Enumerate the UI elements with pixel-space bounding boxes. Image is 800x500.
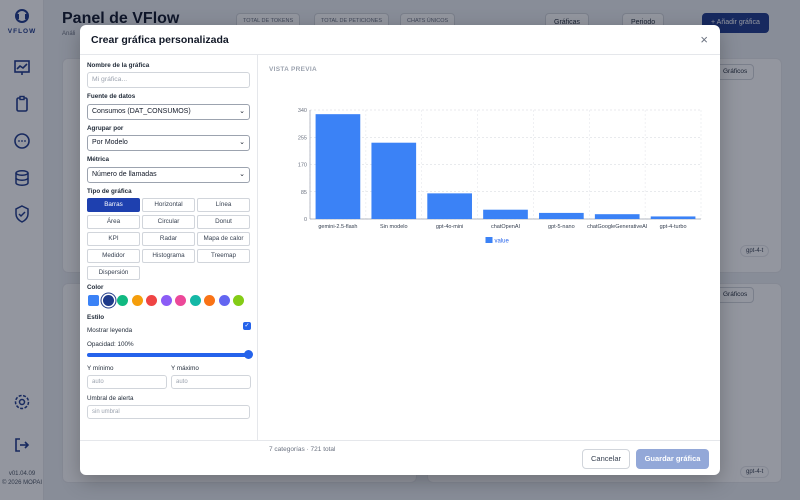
type-scatter-button[interactable]: Dispersión bbox=[87, 266, 140, 280]
x-tick-label: chatGoogleGenerativeAI bbox=[587, 224, 648, 230]
type-bars-button[interactable]: Barras bbox=[87, 198, 140, 212]
type-radar-button[interactable]: Radar bbox=[142, 232, 195, 246]
group-select[interactable]: Por Modelo ⌄ bbox=[87, 135, 250, 151]
chevron-down-icon: ⌄ bbox=[239, 108, 245, 115]
metric-label: Métrica bbox=[87, 156, 110, 163]
threshold-input[interactable]: sin umbral bbox=[87, 405, 250, 419]
type-label: Tipo de gráfica bbox=[87, 188, 132, 195]
source-value: Consumos (DAT_CONSUMOS) bbox=[92, 108, 191, 115]
metric-select[interactable]: Número de llamadas ⌄ bbox=[87, 167, 250, 183]
ymin-label: Y mínimo bbox=[87, 365, 114, 372]
x-tick-label: gpt-4-turbo bbox=[660, 224, 687, 230]
bar-gpt-4-turbo bbox=[650, 216, 696, 219]
group-label: Agrupar por bbox=[87, 125, 124, 132]
bar-chatOpenAI bbox=[483, 209, 528, 219]
type-gauge-button[interactable]: Medidor bbox=[87, 249, 140, 263]
opacity-slider-track[interactable] bbox=[87, 353, 249, 357]
color-swatch-1[interactable] bbox=[88, 295, 99, 306]
legend-checkbox[interactable]: ✓ bbox=[243, 322, 251, 330]
color-swatch-11[interactable] bbox=[233, 295, 244, 306]
bar-gemini-2.5-flash bbox=[315, 114, 361, 219]
type-histogram-button[interactable]: Histograma bbox=[142, 249, 195, 263]
legend-label: value bbox=[495, 239, 510, 245]
color-swatch-8[interactable] bbox=[189, 295, 201, 306]
y-tick-label: 85 bbox=[301, 190, 307, 196]
y-tick-label: 255 bbox=[298, 135, 307, 141]
source-select[interactable]: Consumos (DAT_CONSUMOS) ⌄ bbox=[87, 104, 250, 120]
style-label: Estilo bbox=[87, 314, 105, 321]
save-chart-button[interactable]: Guardar gráfica bbox=[636, 449, 709, 469]
cancel-button[interactable]: Cancelar bbox=[582, 449, 630, 469]
x-tick-label: gpt-4o-mini bbox=[436, 224, 464, 230]
y-tick-label: 170 bbox=[298, 163, 307, 169]
chevron-down-icon: ⌄ bbox=[239, 171, 245, 178]
bar-gpt-4o-mini bbox=[427, 193, 472, 219]
bar-gpt-5-nano bbox=[539, 212, 584, 219]
color-swatch-4[interactable] bbox=[131, 295, 143, 306]
color-swatch-3[interactable] bbox=[117, 295, 128, 306]
create-chart-modal: Crear gráfica personalizada × Nombre de … bbox=[80, 25, 720, 475]
color-swatch-9[interactable] bbox=[204, 295, 215, 306]
type-horizontal-button[interactable]: Horizontal bbox=[142, 198, 195, 212]
ymax-input[interactable]: auto bbox=[171, 375, 251, 389]
opacity-label: Opacidad: 100% bbox=[87, 341, 134, 348]
opacity-slider-thumb[interactable] bbox=[244, 350, 253, 359]
bar-Sin modelo bbox=[371, 142, 417, 219]
color-swatch-7[interactable] bbox=[175, 295, 186, 306]
chevron-down-icon: ⌄ bbox=[239, 139, 245, 146]
color-swatch-10[interactable] bbox=[218, 295, 230, 306]
color-swatch-6[interactable] bbox=[160, 295, 172, 306]
chart-preview: VISTA PREVIA 0 85 170 255 340 gemini-2.5-flas… bbox=[258, 55, 720, 453]
legend-label: Mostrar leyenda bbox=[87, 327, 133, 334]
type-donut-button[interactable]: Donut bbox=[197, 215, 250, 229]
type-kpi-button[interactable]: KPI bbox=[87, 232, 140, 246]
close-icon[interactable]: × bbox=[700, 32, 708, 47]
type-heatmap-button[interactable]: Mapa de calor bbox=[197, 232, 250, 246]
chart-name-input[interactable]: Mi gráfica... bbox=[87, 72, 250, 88]
modal-header: Crear gráfica personalizada × bbox=[80, 25, 720, 55]
x-tick-label: Sin modelo bbox=[380, 224, 408, 230]
modal-title: Crear gráfica personalizada bbox=[91, 34, 229, 46]
x-tick-label: gpt-5-nano bbox=[548, 224, 575, 230]
metric-value: Número de llamadas bbox=[92, 171, 157, 178]
ymin-input[interactable]: auto bbox=[87, 375, 167, 389]
type-treemap-button[interactable]: Treemap bbox=[197, 249, 250, 263]
preview-bar-chart: 0 85 170 255 340 gemini-2.5-flash Sin modelo gp… bbox=[298, 108, 702, 245]
color-label: Color bbox=[87, 284, 104, 291]
x-tick-label: chatOpenAI bbox=[491, 224, 521, 230]
color-swatch-5[interactable] bbox=[146, 295, 157, 306]
y-tick-label: 0 bbox=[304, 217, 307, 223]
bar-chatGoogleGenerativeAI bbox=[594, 214, 640, 219]
threshold-label: Umbral de alerta bbox=[87, 395, 134, 402]
type-line-button[interactable]: Línea bbox=[197, 198, 250, 212]
ymax-label: Y máximo bbox=[171, 365, 199, 372]
group-value: Por Modelo bbox=[92, 139, 128, 146]
y-tick-label: 340 bbox=[298, 108, 307, 114]
legend-swatch bbox=[485, 237, 493, 243]
color-swatch-2[interactable] bbox=[102, 295, 114, 306]
source-label: Fuente de datos bbox=[87, 93, 136, 100]
name-label: Nombre de la gráfica bbox=[87, 62, 150, 69]
modal-footer: Cancelar Guardar gráfica bbox=[80, 440, 720, 475]
x-tick-label: gemini-2.5-flash bbox=[318, 224, 357, 230]
type-pie-button[interactable]: Circular bbox=[142, 215, 195, 229]
type-area-button[interactable]: Área bbox=[87, 215, 140, 229]
